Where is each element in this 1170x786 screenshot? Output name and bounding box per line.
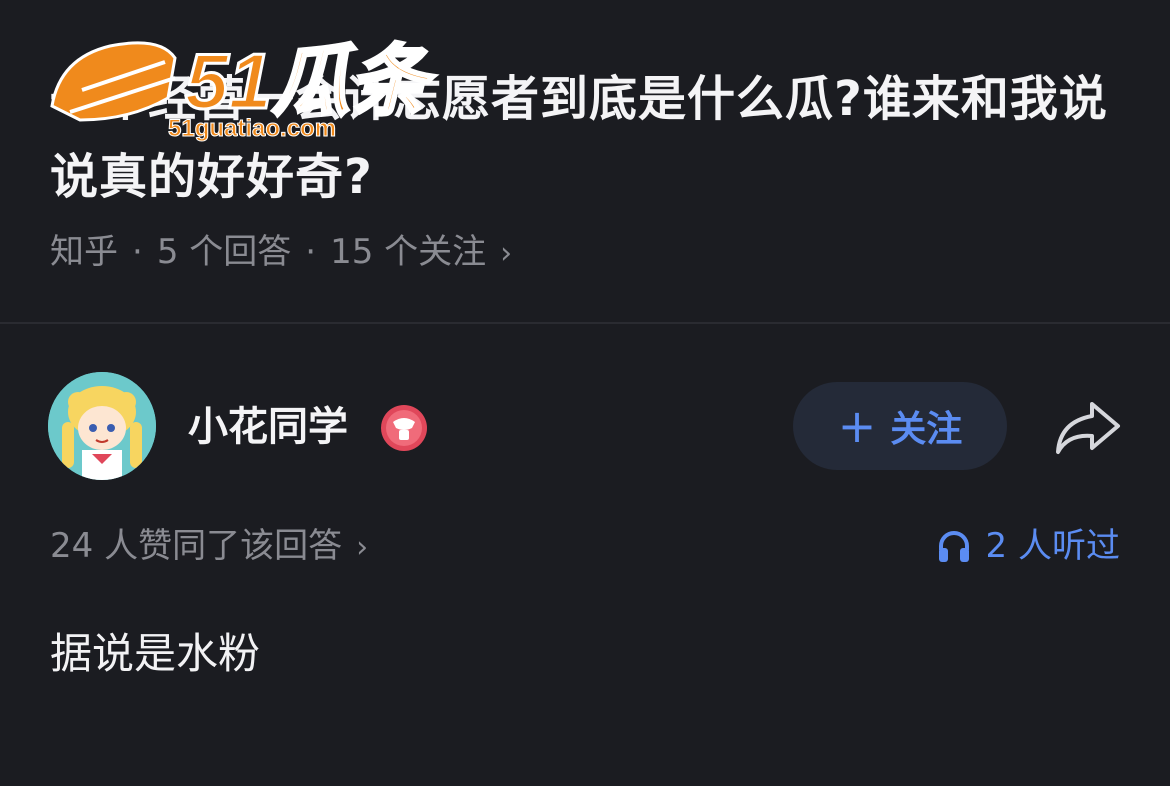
meta-separator: · (132, 232, 143, 272)
source-label: 知乎 (50, 232, 118, 272)
chevron-right-icon: › (356, 530, 369, 565)
question-meta[interactable]: 知乎 · 5 个回答 · 15 个关注 › (50, 228, 512, 278)
upvote-count: 24 人赞同了该回答 (50, 526, 343, 566)
question-header[interactable]: 一年经营一会计志愿者到底是什么瓜?谁来和我说说真的好好奇? 知乎 · 5 个回答 · 1… (50, 60, 1130, 272)
section-divider (0, 322, 1170, 324)
follower-count: 15 个关注 (330, 232, 487, 272)
share-icon[interactable] (1052, 398, 1124, 458)
upvote-summary[interactable]: 24 人赞同了该回答 › (50, 522, 368, 572)
author-name[interactable]: 小花同学 (188, 400, 348, 454)
listen-count-label: 2 人听过 (985, 526, 1120, 566)
plus-icon: + (837, 399, 877, 453)
zhihu-answer-page: 一年经营一会计志愿者到底是什么瓜?谁来和我说说真的好好奇? 知乎 · 5 个回答 · 1… (0, 0, 1170, 786)
meta-separator: · (305, 232, 317, 272)
creator-badge-icon (381, 405, 427, 451)
follow-button[interactable]: + 关注 (793, 382, 1007, 470)
avatar-image (48, 372, 156, 480)
question-title[interactable]: 一年经营一会计志愿者到底是什么瓜?谁来和我说说真的好好奇? (50, 60, 1130, 216)
listen-count[interactable]: 2 人听过 (936, 522, 1120, 570)
answer-count: 5 个回答 (156, 232, 292, 272)
follow-label: 关注 (890, 409, 963, 450)
chevron-right-icon: › (500, 236, 513, 271)
headphones-icon (938, 531, 969, 562)
answer-text: 据说是水粉 (50, 629, 261, 678)
avatar[interactable] (48, 372, 156, 480)
